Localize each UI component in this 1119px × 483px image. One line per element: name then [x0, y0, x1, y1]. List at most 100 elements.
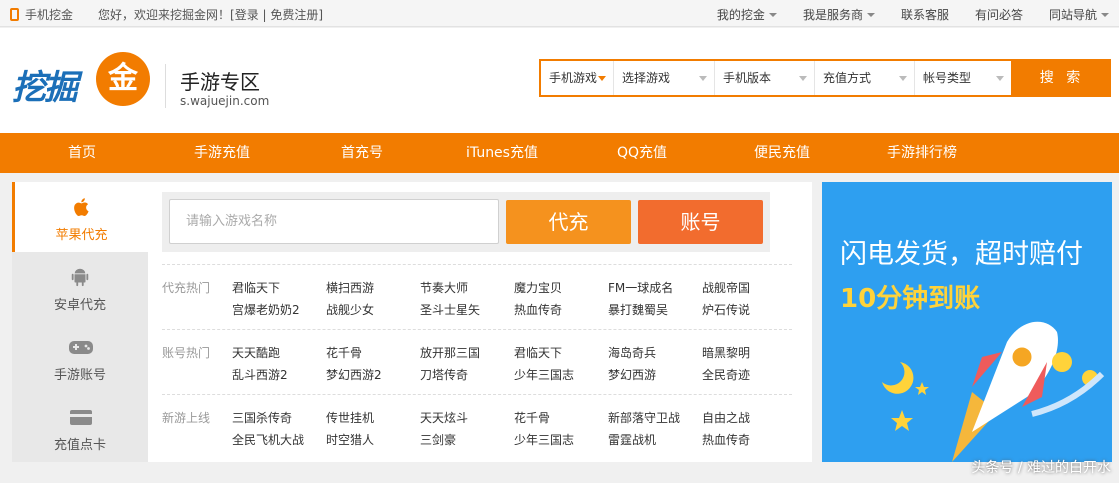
account-button[interactable]: 账号: [638, 200, 763, 244]
sidebar-label-apple: 苹果代充: [55, 228, 108, 243]
recharge-button[interactable]: 代充: [506, 200, 631, 244]
version-select[interactable]: 手机版本: [715, 61, 815, 95]
faq-link[interactable]: 有问必答: [975, 6, 1023, 23]
logo-badge: 金: [96, 52, 150, 106]
sidebar-label-card: 充值点卡: [53, 438, 106, 453]
game-group-recharge: 代充热门 君临天下 横扫西游 节奏大师 魔力宝贝 FM一球成名 战舰帝国 宫爆老…: [162, 264, 792, 324]
game-link[interactable]: 宫爆老奶奶2: [232, 301, 300, 318]
game-link[interactable]: 三国杀传奇: [232, 409, 292, 426]
game-link[interactable]: 战舰少女: [326, 301, 374, 318]
welcome-prefix: 您好，欢迎来挖掘金网！: [98, 8, 231, 22]
nav-convenience[interactable]: 便民充值: [754, 133, 810, 173]
game-link[interactable]: 全民奇迹: [702, 366, 750, 383]
sidebar-item-apple[interactable]: 苹果代充: [12, 182, 148, 252]
header: 挖掘 金 手游专区 s.wajuejin.com 手机游戏 选择游戏 手机版本 …: [0, 28, 1119, 133]
promo-banner[interactable]: 闪电发货，超时赔付 10分钟到账: [822, 182, 1112, 462]
search-filter-bar: 手机游戏 选择游戏 手机版本 充值方式 帐号类型: [539, 59, 1013, 97]
game-link[interactable]: 梦幻西游2: [326, 366, 382, 383]
service-provider-menu[interactable]: 我是服务商: [803, 6, 875, 23]
game-link[interactable]: 横扫西游: [326, 279, 374, 296]
mobile-link-label: 手机挖金: [25, 8, 74, 22]
top-bar: 手机挖金 您好，欢迎来挖掘金网！[登录 | 免费注册] 我的挖金 我是服务商 联…: [0, 0, 1119, 27]
logo-text: 挖掘: [12, 68, 78, 108]
contact-service-link[interactable]: 联系客服: [901, 6, 949, 23]
group-label: 账号热门: [162, 346, 211, 360]
game-group-account: 账号热门 天天酷跑 花千骨 放开那三国 君临天下 海岛奇兵 暗黑黎明 乱斗西游2…: [162, 329, 792, 389]
game-link[interactable]: 天天炫斗: [420, 409, 468, 426]
login-link[interactable]: [登录: [230, 8, 259, 22]
login-sep: |: [258, 8, 271, 22]
game-link[interactable]: 花千骨: [514, 409, 550, 426]
game-link[interactable]: 梦幻西游: [608, 366, 656, 383]
sidebar-item-game-account[interactable]: 手游账号: [12, 322, 148, 392]
game-link[interactable]: 全民飞机大战: [232, 431, 304, 448]
game-link[interactable]: 时空猎人: [326, 431, 374, 448]
game-link[interactable]: 少年三国志: [514, 366, 574, 383]
sidebar-item-android[interactable]: 安卓代充: [12, 252, 148, 322]
game-link[interactable]: 炉石传说: [702, 301, 750, 318]
nav-itunes[interactable]: iTunes充值: [466, 133, 538, 173]
site-nav-menu[interactable]: 同站导航: [1049, 6, 1109, 23]
payment-select[interactable]: 充值方式: [815, 61, 915, 95]
game-link[interactable]: 暗黑黎明: [702, 344, 750, 361]
card-icon: [68, 406, 92, 428]
sidebar-label-game-account: 手游账号: [53, 368, 106, 383]
game-link[interactable]: 魔力宝贝: [514, 279, 562, 296]
account-type-select[interactable]: 帐号类型: [915, 61, 1011, 95]
rocket-illustration: [882, 321, 1105, 462]
game-link[interactable]: 热血传奇: [514, 301, 562, 318]
main-nav: 首页 手游充值 首充号 iTunes充值 QQ充值 便民充值 手游排行榜: [0, 133, 1119, 173]
phone-icon: [10, 8, 19, 21]
my-wajin-menu[interactable]: 我的挖金: [717, 6, 777, 23]
header-divider: [165, 64, 166, 108]
sidebar: 苹果代充 安卓代充 手游账号 充值点卡: [12, 182, 148, 462]
nav-first-recharge[interactable]: 首充号: [341, 133, 383, 173]
group-label: 代充热门: [162, 281, 211, 295]
game-link[interactable]: 海岛奇兵: [608, 344, 656, 361]
sidebar-label-android: 安卓代充: [53, 298, 106, 313]
game-link[interactable]: 少年三国志: [514, 431, 574, 448]
game-link[interactable]: 君临天下: [514, 344, 562, 361]
nav-ranking[interactable]: 手游排行榜: [887, 133, 957, 173]
game-link[interactable]: 乱斗西游2: [232, 366, 288, 383]
zone-title: 手游专区: [180, 70, 260, 94]
main-panel: 苹果代充 安卓代充 手游账号 充值点卡 请输入游戏名称 代充 账号 代充热门 君…: [12, 182, 812, 462]
game-link[interactable]: 暴打魏蜀吴: [608, 301, 668, 318]
mobile-link[interactable]: 手机挖金: [10, 6, 73, 23]
android-icon: [68, 266, 92, 288]
game-name-input[interactable]: 请输入游戏名称: [169, 199, 499, 244]
game-link[interactable]: 节奏大师: [420, 279, 468, 296]
game-link[interactable]: 天天酷跑: [232, 344, 280, 361]
group-label: 新游上线: [162, 411, 211, 425]
game-link[interactable]: 放开那三国: [420, 344, 480, 361]
zone-url: s.wajuejin.com: [180, 94, 270, 108]
game-link[interactable]: 传世挂机: [326, 409, 374, 426]
platform-select[interactable]: 手机游戏: [541, 61, 614, 95]
game-link[interactable]: 雷霆战机: [608, 431, 656, 448]
search-button[interactable]: 搜 索: [1013, 59, 1111, 97]
nav-home[interactable]: 首页: [68, 133, 96, 173]
game-link[interactable]: 热血传奇: [702, 431, 750, 448]
game-link[interactable]: 花千骨: [326, 344, 362, 361]
game-group-new: 新游上线 三国杀传奇 传世挂机 天天炫斗 花千骨 新部落守卫战 自由之战 全民飞…: [162, 394, 792, 454]
register-link[interactable]: 免费注册]: [270, 8, 323, 22]
game-link[interactable]: 新部落守卫战: [608, 409, 680, 426]
nav-qq[interactable]: QQ充值: [617, 133, 667, 173]
gamepad-icon: [68, 336, 93, 358]
game-link[interactable]: 三剑豪: [420, 431, 456, 448]
top-links: 我的挖金 我是服务商 联系客服 有问必答 同站导航: [717, 6, 1109, 23]
watermark: 头条号 / 难过的白开水: [971, 460, 1111, 476]
quick-search: 请输入游戏名称 代充 账号: [162, 192, 770, 252]
apple-icon: [70, 196, 94, 218]
game-link[interactable]: 刀塔传奇: [420, 366, 468, 383]
game-select[interactable]: 选择游戏: [614, 61, 715, 95]
game-link[interactable]: 圣斗士星矢: [420, 301, 480, 318]
game-link[interactable]: 君临天下: [232, 279, 280, 296]
game-link[interactable]: FM一球成名: [608, 279, 673, 296]
welcome-text: 您好，欢迎来挖掘金网！[登录 | 免费注册]: [98, 6, 323, 23]
sidebar-item-card[interactable]: 充值点卡: [12, 392, 148, 462]
game-link[interactable]: 战舰帝国: [702, 279, 750, 296]
game-link[interactable]: 自由之战: [702, 409, 750, 426]
nav-game-recharge[interactable]: 手游充值: [194, 133, 250, 173]
site-logo[interactable]: 挖掘 金: [12, 50, 150, 112]
